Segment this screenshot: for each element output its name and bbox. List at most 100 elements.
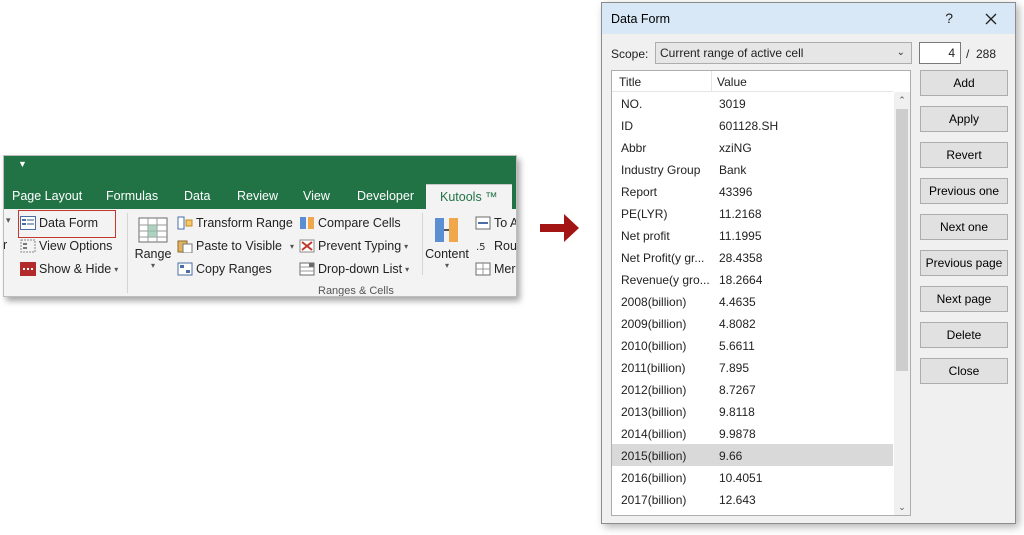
range-button[interactable]: Range ▾: [133, 216, 173, 270]
field-value[interactable]: 9.9878: [719, 427, 756, 441]
field-value[interactable]: 8.7267: [719, 383, 756, 397]
tab-review[interactable]: Review: [237, 184, 278, 209]
tab-page-layout[interactable]: Page Layout: [12, 184, 82, 209]
column-divider[interactable]: [711, 71, 712, 92]
field-value[interactable]: 3019: [719, 97, 746, 111]
field-value[interactable]: 11.2168: [719, 207, 762, 221]
field-value[interactable]: 5.6611: [719, 339, 755, 353]
to-actual-button[interactable]: To A: [475, 216, 517, 230]
copy-ranges-button[interactable]: Copy Ranges: [177, 262, 272, 276]
field-value[interactable]: 10.4051: [719, 471, 762, 485]
quick-access-toolbar: ▼: [4, 156, 516, 184]
previous-one-button[interactable]: Previous one: [920, 178, 1008, 204]
list-item[interactable]: Abbr xziNG: [612, 136, 893, 158]
list-item[interactable]: Revenue(y gro... 18.2664: [612, 268, 893, 290]
scope-value: Current range of active cell: [660, 46, 804, 60]
tab-data[interactable]: Data: [184, 184, 210, 209]
round-button[interactable]: .5 Rou: [475, 239, 516, 253]
column-header-title[interactable]: Title: [619, 75, 641, 89]
scope-label: Scope:: [611, 47, 649, 61]
field-value[interactable]: xziNG: [719, 141, 752, 155]
list-item[interactable]: NO. 3019: [612, 92, 893, 114]
add-button[interactable]: Add: [920, 70, 1008, 96]
list-item[interactable]: PE(LYR) 11.2168: [612, 202, 893, 224]
list-rows: NO. 3019 ID 601128.SH Abbr xziNG Industry Grou…: [612, 92, 893, 510]
to-actual-label: To A: [494, 216, 517, 230]
field-value[interactable]: 9.66: [719, 449, 742, 463]
list-item[interactable]: Report 43396: [612, 180, 893, 202]
list-item[interactable]: 2009(billion) 4.8082: [612, 312, 893, 334]
view-options-button[interactable]: View Options: [20, 239, 112, 253]
content-label: Content: [425, 247, 469, 261]
list-item[interactable]: 2010(billion) 5.6611: [612, 334, 893, 356]
field-value[interactable]: 4.8082: [719, 317, 756, 331]
field-value[interactable]: Bank: [719, 163, 746, 177]
ribbon-body: r ▾ Data Form View Options Show & Hide ▾: [4, 209, 517, 296]
vertical-scrollbar[interactable]: ⌃ ⌄: [894, 92, 910, 515]
list-item[interactable]: ID 601128.SH: [612, 114, 893, 136]
list-item[interactable]: 2011(billion) 7.895: [612, 356, 893, 378]
to-actual-icon: [475, 216, 491, 230]
list-item[interactable]: 2008(billion) 4.4635: [612, 290, 893, 312]
field-value[interactable]: 43396: [719, 185, 752, 199]
content-icon: [432, 216, 462, 244]
field-value[interactable]: 12.643: [719, 493, 756, 507]
delete-button[interactable]: Delete: [920, 322, 1008, 348]
close-button[interactable]: Close: [920, 358, 1008, 384]
field-value[interactable]: 11.1995: [719, 229, 762, 243]
list-item[interactable]: Net profit 11.1995: [612, 224, 893, 246]
compare-cells-button[interactable]: Compare Cells: [299, 216, 401, 230]
merge-button[interactable]: Mer: [475, 262, 516, 276]
compare-cells-label: Compare Cells: [318, 216, 401, 230]
scroll-down-icon[interactable]: ⌄: [894, 499, 910, 515]
field-value[interactable]: 601128.SH: [719, 119, 778, 133]
copy-ranges-label: Copy Ranges: [196, 262, 272, 276]
close-icon[interactable]: [981, 9, 1001, 29]
field-value[interactable]: 9.8118: [719, 405, 755, 419]
field-title: 2017(billion): [621, 493, 687, 507]
customize-toolbar-icon[interactable]: ▼: [18, 159, 27, 169]
paste-to-visible-button[interactable]: Paste to Visible ▾: [177, 239, 294, 254]
show-hide-button[interactable]: Show & Hide ▾: [20, 262, 118, 276]
list-item[interactable]: Industry Group Bank: [612, 158, 893, 180]
tab-formulas[interactable]: Formulas: [106, 184, 158, 209]
previous-page-button[interactable]: Previous page: [920, 250, 1008, 276]
merge-label: Mer: [494, 262, 516, 276]
scope-select[interactable]: Current range of active cell ⌄: [655, 42, 912, 64]
column-header-value[interactable]: Value: [717, 75, 747, 89]
field-title: 2015(billion): [621, 449, 687, 463]
tab-view[interactable]: View: [303, 184, 330, 209]
next-one-button[interactable]: Next one: [920, 214, 1008, 240]
field-value[interactable]: 4.4635: [719, 295, 756, 309]
field-title: Industry Group: [621, 163, 701, 177]
cut-off-dropdown-icon: ▾: [6, 215, 11, 225]
prevent-typing-label: Prevent Typing: [318, 239, 402, 253]
tab-kutools[interactable]: Kutools ™: [426, 184, 512, 209]
dropdown-list-button[interactable]: Drop-down List ▾: [299, 262, 409, 276]
tab-developer[interactable]: Developer: [357, 184, 414, 209]
content-button[interactable]: Content ▾: [424, 216, 470, 270]
field-value[interactable]: 28.4358: [719, 251, 762, 265]
list-item[interactable]: 2013(billion) 9.8118: [612, 400, 893, 422]
list-item[interactable]: Net Profit(y gr... 28.4358: [612, 246, 893, 268]
field-title: NO.: [621, 97, 643, 111]
field-value[interactable]: 18.2664: [719, 273, 762, 287]
data-form-button[interactable]: Data Form: [20, 216, 98, 230]
apply-button[interactable]: Apply: [920, 106, 1008, 132]
field-title: Abbr: [621, 141, 647, 155]
list-item[interactable]: 2016(billion) 10.4051: [612, 466, 893, 488]
field-title: Revenue(y gro...: [621, 273, 709, 287]
list-item[interactable]: 2017(billion) 12.643: [612, 488, 893, 510]
scroll-up-icon[interactable]: ⌃: [894, 92, 910, 108]
field-value[interactable]: 7.895: [719, 361, 749, 375]
prevent-typing-button[interactable]: Prevent Typing ▾: [299, 239, 408, 253]
scroll-thumb[interactable]: [896, 109, 908, 371]
next-page-button[interactable]: Next page: [920, 286, 1008, 312]
record-number-input[interactable]: 4: [919, 42, 961, 64]
list-item[interactable]: 2015(billion) 9.66: [612, 444, 893, 466]
transform-range-button[interactable]: Transform Range: [177, 216, 293, 230]
help-button[interactable]: ?: [945, 10, 953, 26]
list-item[interactable]: 2012(billion) 8.7267: [612, 378, 893, 400]
list-item[interactable]: 2014(billion) 9.9878: [612, 422, 893, 444]
revert-button[interactable]: Revert: [920, 142, 1008, 168]
